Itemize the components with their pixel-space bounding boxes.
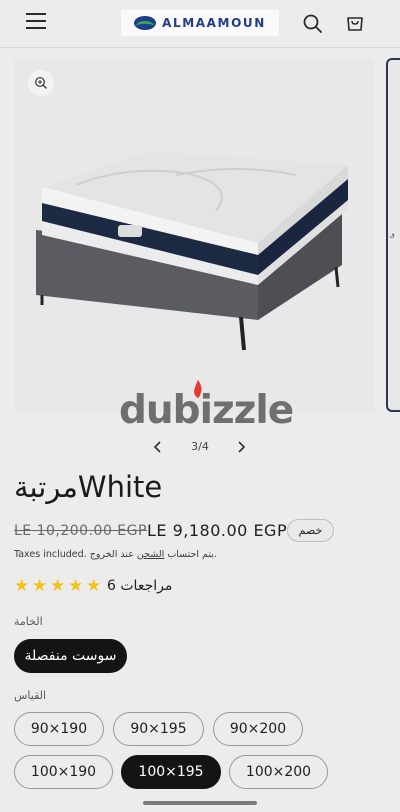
mattress-illustration — [36, 151, 348, 351]
tax-prefix: Taxes included. — [14, 549, 87, 560]
cart-icon[interactable] — [344, 12, 366, 34]
original-price: LE 10,200.00 EGP — [14, 523, 147, 539]
zoom-icon — [35, 77, 47, 89]
star-icon: ★ — [50, 576, 66, 596]
reviews-count[interactable]: مراجعات 6 — [107, 578, 172, 594]
chevron-left-icon — [153, 441, 161, 453]
menu-icon[interactable] — [26, 13, 48, 33]
brand-logo[interactable]: ALMAAMOUN — [121, 10, 279, 36]
next-image-thumbnail[interactable]: ق — [386, 58, 400, 412]
brand-name: ALMAAMOUN — [162, 16, 266, 30]
logo-mark-icon — [134, 16, 157, 30]
previous-image-button[interactable] — [150, 438, 166, 456]
chevron-right-icon — [238, 441, 246, 453]
shipping-link[interactable]: الشحن — [137, 549, 164, 560]
sale-badge: خصم — [287, 519, 334, 542]
size-option-100x200[interactable]: 100×200 — [229, 755, 328, 789]
tax-note: Taxes included. يتم احتساب الشحن عند الخ… — [14, 549, 217, 560]
star-icon: ★ — [68, 576, 84, 596]
product-title: مرتبةWhite — [14, 470, 163, 504]
size-option-100x190[interactable]: 100×190 — [14, 755, 113, 789]
size-option-90x195[interactable]: 90×195 — [113, 712, 204, 746]
watermark: dubizzle — [119, 388, 294, 433]
sale-price: LE 9,180.00 EGP — [147, 521, 288, 540]
size-label: القياس — [14, 689, 47, 702]
star-icon: ★ — [32, 576, 48, 596]
zoom-button[interactable] — [28, 70, 54, 96]
material-label: الخامة — [14, 615, 43, 628]
size-option-100x195[interactable]: 100×195 — [121, 755, 221, 789]
material-option[interactable]: سوست منفصلة — [14, 639, 127, 673]
search-icon[interactable] — [302, 13, 324, 35]
header: ALMAAMOUN — [0, 0, 400, 48]
home-indicator — [143, 801, 257, 805]
size-option-90x190[interactable]: 90×190 — [14, 712, 104, 746]
thumbnail-text: ق — [390, 232, 395, 239]
rating-stars[interactable]: ★ ★ ★ ★ ★ — [14, 576, 102, 596]
flame-icon — [194, 380, 202, 398]
size-option-90x200[interactable]: 90×200 — [213, 712, 303, 746]
next-image-button[interactable] — [233, 438, 249, 456]
image-counter: 3/4 — [191, 440, 209, 453]
star-icon: ★ — [14, 576, 30, 596]
tax-arabic-text: يتم احتساب — [167, 549, 214, 560]
star-icon: ★ — [86, 576, 102, 596]
